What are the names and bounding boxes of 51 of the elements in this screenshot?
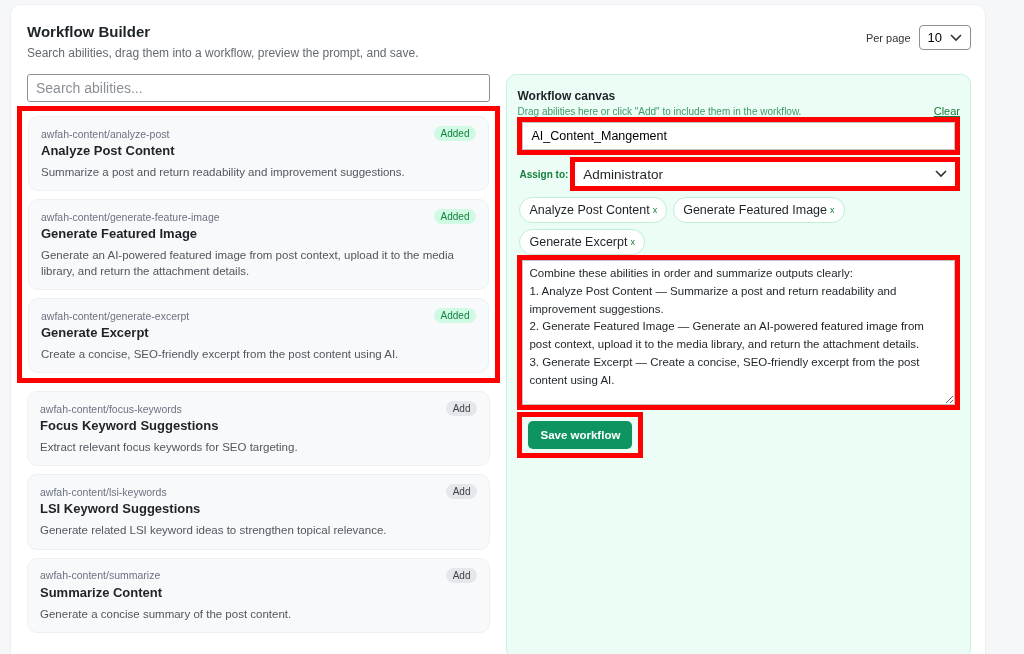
- add-button[interactable]: Add: [445, 567, 478, 583]
- added-badge[interactable]: Added: [433, 126, 477, 141]
- ability-description: Extract relevant focus keywords for SEO targeting.: [40, 440, 299, 456]
- chip-label: Generate Featured Image: [683, 203, 828, 217]
- page-subtitle: Search abilities, drag them into a workflow, preview the prompt, and save.: [27, 46, 419, 60]
- canvas-hint: Drag abilities here or click "Add" to include them in the workflow.: [517, 106, 802, 117]
- ability-slug: awfah-content/summarize: [40, 569, 161, 582]
- ability-card[interactable]: awfah-content/generate-excerpt Added Generate Excerpt Create a concise, SEO-friendly excerpt from the post content using AI.: [28, 298, 490, 374]
- search-field[interactable]: Search abilities...: [27, 74, 491, 102]
- ability-description: Generate a concise summary of the post content.: [40, 606, 293, 622]
- ability-name: Summarize Content: [40, 584, 164, 600]
- ability-description: Create a concise, SEO-friendly excerpt from the post content using AI.: [41, 347, 400, 363]
- ability-slug: awfah-content/generate-excerpt: [41, 309, 190, 322]
- ability-name: Focus Keyword Suggestions: [40, 418, 220, 434]
- added-badge[interactable]: Added: [433, 308, 477, 324]
- ability-slug: awfah-content/focus-keywords: [40, 402, 182, 415]
- chevron-down-icon: [935, 170, 947, 178]
- workflow-name-field[interactable]: AI_Content_Mangement: [522, 122, 955, 150]
- ability-description: Summarize a post and return readability and improvement suggestions.: [41, 165, 406, 180]
- per-page-label: Per page: [865, 31, 911, 44]
- ability-description: Generate an AI-powered featured image from post context, upload it to the media library, and return the attachment details.: [41, 248, 455, 280]
- ability-slug: awfah-content/analyze-post: [41, 127, 170, 140]
- ability-name: Generate Excerpt: [41, 325, 150, 341]
- ability-slug: awfah-content/generate-feature-image: [41, 210, 220, 223]
- add-button[interactable]: Add: [445, 484, 478, 500]
- chevron-down-icon: [950, 33, 962, 42]
- added-badge[interactable]: Added: [433, 209, 477, 225]
- ability-name: Generate Featured Image: [41, 226, 199, 242]
- chip-label: Analyze Post Content: [529, 203, 650, 217]
- ability-card[interactable]: awfah-content/focus-keywords Add Focus Keyword Suggestions Extract relevant focus keywords for SEO targeting.: [27, 391, 491, 467]
- clear-link[interactable]: Clear: [933, 105, 960, 117]
- ability-card[interactable]: awfah-content/summarize Add Summarize Content Generate a concise summary of the post content.: [27, 557, 491, 633]
- ability-card[interactable]: awfah-content/generate-feature-image Added Generate Featured Image Generate an AI-powered featured image from post context, upload it to the media library, and return the attachment details.: [28, 199, 490, 291]
- per-page-select[interactable]: 10: [918, 25, 971, 50]
- assign-label: Assign to:: [518, 168, 569, 180]
- ability-name: Analyze Post Content: [41, 143, 176, 158]
- ability-card[interactable]: awfah-content/analyze-post Added Analyze Post Content Summarize a post and return readability and improvement suggestions.: [28, 116, 490, 192]
- ability-description: Generate related LSI keyword ideas to strengthen topical relevance.: [40, 523, 388, 539]
- ability-slug: awfah-content/lsi-keywords: [40, 485, 167, 498]
- remove-button[interactable]: x: [652, 205, 658, 215]
- ability-card[interactable]: awfah-content/lsi-keywords Add LSI Keyword Suggestions Generate related LSI keyword ideas to strengthen topical relevance.: [27, 474, 491, 550]
- remove-button[interactable]: x: [630, 237, 635, 247]
- ability-name: LSI Keyword Suggestions: [40, 501, 202, 517]
- canvas-title: Workflow canvas: [517, 89, 617, 103]
- chip-label: Generate Excerpt: [529, 235, 628, 249]
- remove-button[interactable]: x: [830, 205, 835, 215]
- page-title: Workflow Builder: [27, 23, 152, 40]
- role-select[interactable]: Administrator: [575, 162, 955, 186]
- save-workflow-button[interactable]: Save workflow: [528, 421, 633, 449]
- prompt-textarea[interactable]: Combine these abilities in order and summarize outputs clearly: 1. Analyze Post Content — Summarize a post and return readability and improvement suggestions. 2. Generate Featured Image — Generate an AI-powered featured image from post context, upload it to the media library, and return the attachment details. 3. Generate Excerpt — Create a concise, SEO-friendly excerpt from the post content using AI.: [522, 260, 955, 405]
- add-button[interactable]: Add: [445, 401, 478, 417]
